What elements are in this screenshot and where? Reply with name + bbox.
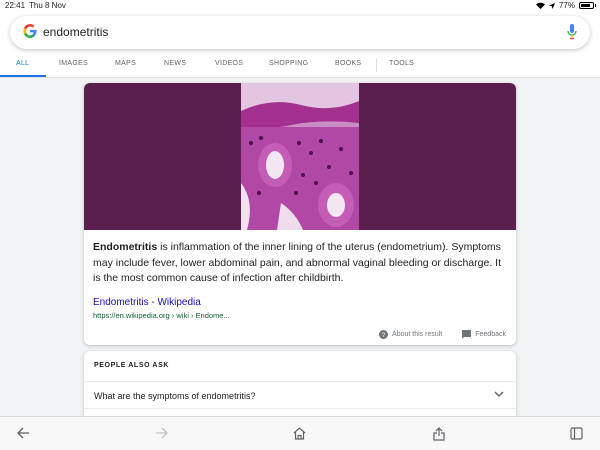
feedback-icon bbox=[462, 330, 472, 339]
search-header: endometritis ALL IMAGES MAPS NEWS VIDEOS… bbox=[0, 12, 600, 78]
status-time: 22:41 bbox=[5, 1, 26, 10]
search-input[interactable]: endometritis bbox=[43, 25, 108, 39]
tabs-divider bbox=[376, 58, 377, 72]
tab-all[interactable]: ALL bbox=[16, 60, 29, 67]
people-also-ask-card: PEOPLE ALSO ASK What are the symptoms of… bbox=[84, 351, 516, 421]
search-box[interactable]: endometritis bbox=[10, 16, 590, 49]
hero-image-panel[interactable] bbox=[84, 83, 516, 230]
tab-maps[interactable]: MAPS bbox=[115, 60, 136, 67]
source-url: https://en.wikipedia.org › wiki › Endome… bbox=[93, 311, 230, 320]
divider bbox=[84, 408, 516, 409]
home-icon[interactable] bbox=[293, 427, 306, 440]
tab-videos[interactable]: VIDEOS bbox=[215, 60, 243, 67]
help-circle-icon: ? bbox=[379, 330, 389, 339]
tab-images[interactable]: IMAGES bbox=[59, 60, 88, 67]
browser-toolbar bbox=[0, 416, 600, 450]
status-bar: 22:41 Thu 8 Nov 77% bbox=[0, 0, 600, 12]
wifi-icon bbox=[535, 2, 545, 9]
chevron-down-icon[interactable] bbox=[494, 390, 504, 398]
share-icon[interactable] bbox=[433, 427, 445, 441]
tab-tools[interactable]: TOOLS bbox=[389, 60, 414, 67]
location-icon bbox=[548, 2, 555, 9]
microphone-icon[interactable] bbox=[567, 24, 577, 45]
google-logo-icon bbox=[23, 24, 37, 42]
tab-shopping[interactable]: SHOPPING bbox=[269, 60, 308, 67]
battery-icon bbox=[579, 2, 596, 9]
source-link[interactable]: Endometritis - Wikipedia bbox=[93, 297, 201, 308]
result-description: Endometritis is inflammation of the inne… bbox=[93, 240, 507, 287]
back-arrow-icon[interactable] bbox=[17, 427, 30, 439]
tabs-icon[interactable] bbox=[570, 427, 583, 440]
histology-image[interactable] bbox=[241, 83, 359, 230]
status-indicators: 77% bbox=[535, 1, 596, 10]
about-this-result-link[interactable]: About this result bbox=[392, 331, 442, 338]
search-tabs: ALL IMAGES MAPS NEWS VIDEOS SHOPPING BOO… bbox=[0, 56, 600, 78]
status-date: Thu 8 Nov bbox=[29, 1, 66, 10]
tab-books[interactable]: BOOKS bbox=[335, 60, 361, 67]
knowledge-card: Endometritis is inflammation of the inne… bbox=[84, 83, 516, 345]
result-footer: ? About this result Feedback bbox=[379, 330, 506, 339]
question-item[interactable]: What are the symptoms of endometritis? bbox=[94, 391, 256, 401]
active-tab-indicator bbox=[0, 75, 46, 77]
battery-percent: 77% bbox=[558, 1, 575, 10]
divider bbox=[84, 381, 516, 382]
result-term: Endometritis bbox=[93, 241, 158, 253]
people-also-ask-title: PEOPLE ALSO ASK bbox=[94, 362, 169, 369]
forward-arrow-icon[interactable] bbox=[155, 427, 168, 439]
tab-news[interactable]: NEWS bbox=[164, 60, 186, 67]
svg-text:?: ? bbox=[382, 332, 386, 339]
feedback-link[interactable]: Feedback bbox=[475, 331, 506, 338]
